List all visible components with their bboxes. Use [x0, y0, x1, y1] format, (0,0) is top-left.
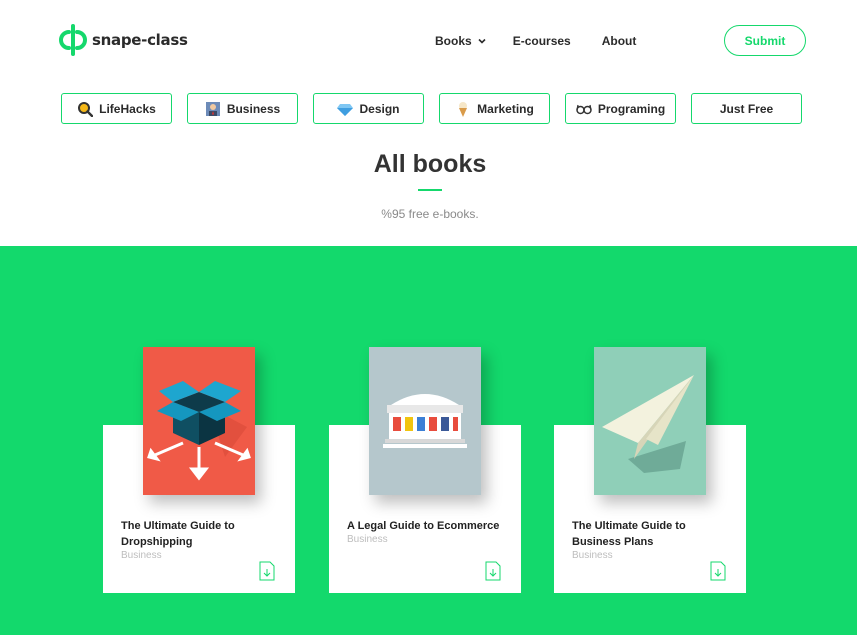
- brand-name: snape-class: [92, 31, 188, 49]
- download-icon[interactable]: [710, 561, 726, 581]
- book-cover[interactable]: [594, 347, 706, 495]
- category-business-label: Business: [226, 101, 281, 116]
- category-design-label: Design: [359, 101, 400, 116]
- title-underline: [418, 189, 442, 191]
- category-business[interactable]: Business: [187, 93, 298, 124]
- logo-icon: [59, 24, 87, 56]
- book-cover[interactable]: [369, 347, 481, 495]
- book-cover[interactable]: [143, 347, 255, 495]
- book-title: A Legal Guide to Ecommerce: [347, 520, 500, 532]
- category-programing[interactable]: Programing: [565, 93, 676, 124]
- nav-books-label: Books: [435, 34, 472, 48]
- page-title: All books: [373, 150, 487, 178]
- category-programing-label: Programing: [597, 101, 666, 116]
- book-category: Business: [347, 534, 388, 545]
- paper-plane-icon: [602, 375, 694, 473]
- book-category: Business: [121, 550, 162, 561]
- book-title: The Ultimate Guide to Business Plans: [572, 520, 686, 548]
- glasses-icon: [576, 104, 592, 114]
- category-design[interactable]: Design: [313, 93, 424, 124]
- diamond-icon: [337, 103, 354, 116]
- book-title: The Ultimate Guide to Dropshipping: [121, 520, 235, 548]
- magnifier-icon: [78, 101, 94, 117]
- nav-ecourses-label: E-courses: [512, 34, 571, 48]
- logo[interactable]: snape-class: [58, 24, 188, 56]
- submit-button[interactable]: Submit: [724, 25, 806, 56]
- nav-ecourses[interactable]: E-courses: [513, 34, 571, 48]
- nav-about[interactable]: About: [602, 34, 637, 48]
- book-category: Business: [572, 550, 613, 561]
- category-lifehacks-label: LifeHacks: [99, 101, 156, 116]
- nav-about-label: About: [601, 34, 637, 48]
- download-icon[interactable]: [259, 561, 275, 581]
- open-box-icon: [147, 381, 251, 481]
- court-building-icon: [383, 394, 467, 448]
- category-just-free-label: Just Free: [719, 101, 774, 116]
- download-icon[interactable]: [485, 561, 501, 581]
- nav-books[interactable]: Books: [435, 34, 487, 48]
- category-marketing[interactable]: Marketing: [439, 93, 550, 124]
- category-filter-bar: LifeHacks Business Design Marketing Prog…: [61, 93, 802, 124]
- chevron-down-icon: [478, 38, 486, 44]
- businessman-icon: [205, 101, 220, 116]
- main-nav: Books E-courses About: [435, 34, 636, 48]
- category-just-free[interactable]: Just Free: [691, 93, 802, 124]
- page-subtitle: %95 free e-books.: [381, 207, 479, 221]
- ice-cream-icon: [459, 101, 468, 117]
- category-marketing-label: Marketing: [477, 101, 534, 116]
- category-lifehacks[interactable]: LifeHacks: [61, 93, 172, 124]
